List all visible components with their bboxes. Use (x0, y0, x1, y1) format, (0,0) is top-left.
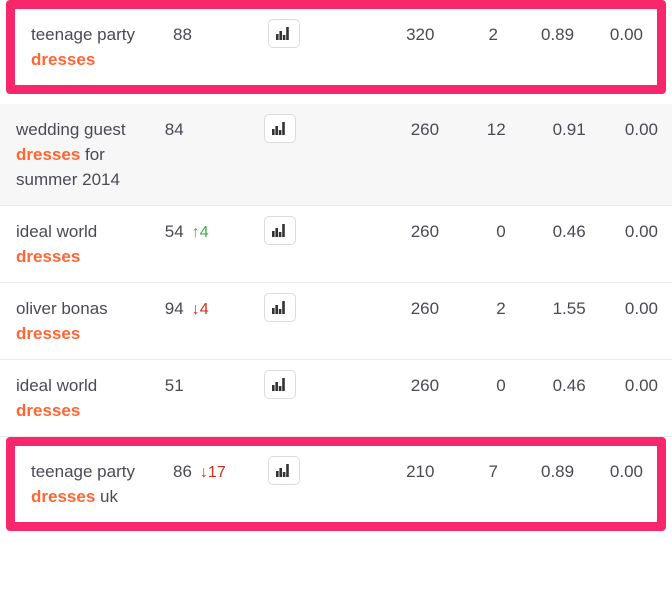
position-change-down: ↓4 (192, 301, 209, 318)
competition-cell: 2 (496, 299, 506, 318)
keyword-cell[interactable]: wedding guest dresses for summer 2014 (0, 104, 165, 205)
table-row[interactable]: teenage party dresses uk 86 ↓17 210 7 0.89 0.0… (15, 446, 657, 522)
keyword-cell[interactable]: teenage party dresses uk (15, 446, 173, 522)
cpc-cell: 0.46 (552, 222, 586, 241)
bar-chart-icon[interactable] (263, 293, 296, 322)
bar-chart-icon[interactable] (267, 456, 300, 485)
competition-cell: 7 (488, 462, 498, 481)
chart-cell (263, 283, 352, 335)
bar-chart-icon[interactable] (263, 216, 296, 245)
position-cell: 54 ↑4 (165, 206, 264, 258)
keyword-highlight-term: dresses (16, 324, 81, 343)
chart-cell (267, 9, 351, 61)
cpc-cell: 0.89 (541, 462, 575, 481)
row-content: ideal world dresses 51 260 0 0.46 0.00 (0, 360, 672, 436)
position-change-value: 17 (207, 464, 226, 481)
competition-cell: 0 (496, 376, 506, 395)
table-row[interactable]: wedding guest dresses for summer 2014 84 2… (0, 104, 672, 206)
keyword-prefix: ideal world (16, 222, 98, 241)
keyword-highlight-term: dresses (31, 487, 96, 506)
search-volume-cell: 320 (406, 25, 435, 44)
table-row[interactable]: teenage party dresses 88 320 2 0.89 0.00 (15, 9, 657, 85)
position-cell: 86 ↓17 (173, 446, 268, 498)
arrow-up-icon: ↑ (191, 224, 200, 241)
keyword-highlight-term: dresses (31, 50, 96, 69)
chart-cell (263, 104, 352, 156)
competition-cell: 2 (488, 25, 498, 44)
chart-cell (267, 446, 351, 498)
position-value: 51 (164, 376, 184, 395)
keyword-prefix: teenage party (31, 462, 135, 481)
last-value-cell: 0.00 (609, 462, 643, 481)
keyword-highlight-term: dresses (16, 145, 81, 164)
competition-cell: 12 (486, 120, 506, 139)
position-change-value: 4 (199, 301, 209, 318)
keyword-cell[interactable]: ideal world dresses (0, 206, 165, 282)
keyword-prefix: wedding guest (16, 120, 126, 139)
row-content: ideal world dresses 54 ↑4 260 0 0.46 0.00 (0, 206, 672, 282)
position-value: 86 (173, 462, 192, 481)
position-change-up: ↑4 (192, 224, 209, 241)
bar-chart-icon[interactable] (267, 19, 300, 48)
row-content: oliver bonas dresses 94 ↓4 260 2 1.55 0.00 (0, 283, 672, 359)
search-volume-cell: 260 (410, 376, 440, 395)
cpc-cell: 0.91 (552, 120, 586, 139)
arrow-down-icon: ↓ (191, 301, 200, 318)
position-value: 84 (164, 120, 184, 139)
position-change-value: 4 (199, 224, 209, 241)
keyword-prefix: ideal world (16, 376, 98, 395)
cpc-cell: 0.46 (552, 376, 586, 395)
last-value-cell: 0.00 (624, 376, 658, 395)
search-volume-cell: 260 (410, 120, 440, 139)
keyword-highlight-term: dresses (16, 247, 81, 266)
search-volume-cell: 210 (406, 462, 435, 481)
chart-cell (263, 206, 352, 258)
search-volume-cell: 260 (410, 222, 440, 241)
row-gap (0, 94, 672, 104)
position-cell: 51 (165, 360, 264, 411)
last-value-cell: 0.00 (624, 222, 658, 241)
keyword-suffix: uk (95, 487, 118, 506)
position-cell: 88 (173, 9, 268, 60)
keyword-cell[interactable]: ideal world dresses (0, 360, 165, 436)
last-value-cell: 0.00 (609, 25, 643, 44)
row-content: teenage party dresses uk 86 ↓17 210 7 0.89 0.0… (15, 446, 657, 522)
cpc-cell: 0.89 (541, 25, 575, 44)
highlight-box: teenage party dresses uk 86 ↓17 210 7 0.89 0.0… (6, 437, 666, 531)
keyword-highlight-term: dresses (16, 401, 81, 420)
competition-cell: 0 (496, 222, 506, 241)
position-value: 88 (173, 25, 192, 44)
keyword-prefix: teenage party (31, 25, 135, 44)
cpc-cell: 1.55 (552, 299, 586, 318)
table-row[interactable]: oliver bonas dresses 94 ↓4 260 2 1.55 0.00 (0, 283, 672, 360)
search-volume-cell: 260 (410, 299, 440, 318)
position-change-down: ↓17 (200, 464, 226, 481)
table-row[interactable]: ideal world dresses 51 260 0 0.46 0.00 (0, 360, 672, 437)
keyword-prefix: oliver bonas (16, 299, 108, 318)
chart-cell (263, 360, 352, 412)
keyword-results-table: teenage party dresses 88 320 2 0.89 0.00 weddi… (0, 0, 672, 591)
bar-chart-icon[interactable] (263, 370, 296, 399)
highlight-box: teenage party dresses 88 320 2 0.89 0.00 (6, 0, 666, 94)
table-row[interactable]: ideal world dresses 54 ↑4 260 0 0.46 0.00 (0, 206, 672, 283)
row-content: wedding guest dresses for summer 2014 84 2… (0, 104, 672, 205)
position-value: 54 (164, 222, 184, 241)
last-value-cell: 0.00 (624, 120, 658, 139)
bar-chart-icon[interactable] (263, 114, 296, 143)
position-cell: 94 ↓4 (165, 283, 264, 335)
keyword-cell[interactable]: teenage party dresses (15, 9, 173, 85)
position-cell: 84 (165, 104, 264, 155)
arrow-down-icon: ↓ (199, 464, 208, 481)
keyword-cell[interactable]: oliver bonas dresses (0, 283, 165, 359)
last-value-cell: 0.00 (624, 299, 658, 318)
position-value: 94 (164, 299, 184, 318)
row-content: teenage party dresses 88 320 2 0.89 0.00 (15, 9, 657, 85)
